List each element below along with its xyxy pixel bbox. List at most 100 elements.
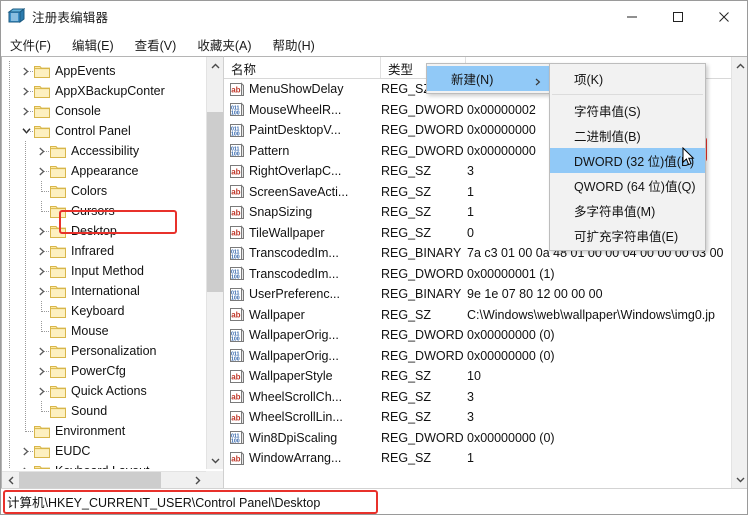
tree-scroll-right-icon[interactable] bbox=[189, 472, 206, 489]
value-row[interactable]: abWheelScrollCh...REG_SZ3 bbox=[224, 387, 732, 408]
chevron-right-icon[interactable] bbox=[34, 381, 50, 401]
tree-indent-guide bbox=[18, 381, 34, 401]
value-row[interactable]: abWindowArrang...REG_SZ1 bbox=[224, 448, 732, 469]
tree-item-appevents[interactable]: AppEvents bbox=[2, 61, 206, 81]
chevron-right-icon[interactable] bbox=[34, 341, 50, 361]
registry-tree: AppEventsAppXBackupConterConsoleControl … bbox=[2, 57, 206, 469]
tree-item-cursors[interactable]: Cursors bbox=[2, 201, 206, 221]
tree-vertical-scrollbar[interactable] bbox=[206, 57, 223, 469]
menu-file[interactable]: 文件(F) bbox=[8, 33, 60, 56]
tree-item-personalization[interactable]: Personalization bbox=[2, 341, 206, 361]
submenu-string-value[interactable]: 字符串值(S) bbox=[550, 98, 705, 123]
tree-item-sound[interactable]: Sound bbox=[2, 401, 206, 421]
string-value-icon: ab bbox=[229, 184, 245, 199]
value-row[interactable]: 011100WallpaperOrig...REG_DWORD0x0000000… bbox=[224, 325, 732, 346]
tree-scroll-left-icon[interactable] bbox=[2, 472, 19, 489]
context-menu-item-label: QWORD (64 位)值(Q) bbox=[574, 176, 696, 195]
value-data: 0x00000001 (1) bbox=[466, 267, 732, 281]
chevron-right-icon[interactable] bbox=[34, 161, 50, 181]
chevron-right-icon[interactable] bbox=[18, 101, 34, 121]
chevron-right-icon[interactable] bbox=[18, 81, 34, 101]
value-type: REG_SZ bbox=[381, 205, 466, 219]
value-row[interactable]: 011100WallpaperOrig...REG_DWORD0x0000000… bbox=[224, 346, 732, 367]
tree-hscroll-thumb[interactable] bbox=[19, 472, 161, 489]
tree-item-desktop[interactable]: Desktop bbox=[2, 221, 206, 241]
submenu-binary-value[interactable]: 二进制值(B) bbox=[550, 123, 705, 148]
values-vertical-scrollbar[interactable] bbox=[731, 57, 748, 488]
tree-item-powercfg[interactable]: PowerCfg bbox=[2, 361, 206, 381]
submenu-multi-string-value[interactable]: 多字符串值(M) bbox=[550, 198, 705, 223]
tree-indent-guide bbox=[18, 361, 34, 381]
menu-view[interactable]: 查看(V) bbox=[133, 33, 186, 56]
chevron-right-icon[interactable] bbox=[18, 441, 34, 461]
chevron-right-icon[interactable] bbox=[34, 241, 50, 261]
tree-item-eudc[interactable]: EUDC bbox=[2, 441, 206, 461]
window-controls bbox=[609, 1, 747, 32]
close-button[interactable] bbox=[701, 1, 747, 32]
submenu-key[interactable]: 项(K) bbox=[550, 66, 705, 91]
menu-favorites[interactable]: 收藏夹(A) bbox=[195, 33, 260, 56]
title-bar: 注册表编辑器 bbox=[1, 1, 747, 32]
tree-item-keyboard-layout[interactable]: Keyboard Layout bbox=[2, 461, 206, 469]
value-name: Win8DpiScaling bbox=[249, 431, 381, 445]
folder-icon bbox=[50, 364, 66, 378]
tree-indent-guide bbox=[18, 301, 34, 321]
tree-item-colors[interactable]: Colors bbox=[2, 181, 206, 201]
tree-item-keyboard[interactable]: Keyboard bbox=[2, 301, 206, 321]
tree-item-infrared[interactable]: Infrared bbox=[2, 241, 206, 261]
maximize-button[interactable] bbox=[655, 1, 701, 32]
tree-item-mouse[interactable]: Mouse bbox=[2, 321, 206, 341]
submenu-expandable-string-value[interactable]: 可扩充字符串值(E) bbox=[550, 223, 705, 248]
tree-indent-guide bbox=[2, 361, 18, 381]
tree-item-quick-actions[interactable]: Quick Actions bbox=[2, 381, 206, 401]
tree-item-international[interactable]: International bbox=[2, 281, 206, 301]
tree-indent-guide bbox=[18, 341, 34, 361]
value-row[interactable]: abWheelScrollLin...REG_SZ3 bbox=[224, 407, 732, 428]
tree-item-appxbackupconter[interactable]: AppXBackupConter bbox=[2, 81, 206, 101]
values-scroll-up-icon[interactable] bbox=[732, 57, 748, 74]
registry-path-text: 计算机\HKEY_CURRENT_USER\Control Panel\Desk… bbox=[7, 492, 320, 511]
submenu-qword-value[interactable]: QWORD (64 位)值(Q) bbox=[550, 173, 705, 198]
menu-help[interactable]: 帮助(H) bbox=[270, 33, 323, 56]
binary-value-icon: 011100 bbox=[229, 430, 245, 445]
minimize-button[interactable] bbox=[609, 1, 655, 32]
menu-edit[interactable]: 编辑(E) bbox=[70, 33, 123, 56]
chevron-right-icon[interactable] bbox=[34, 261, 50, 281]
context-menu-item-label: 项(K) bbox=[574, 69, 603, 88]
tree-item-input-method[interactable]: Input Method bbox=[2, 261, 206, 281]
svg-text:100: 100 bbox=[231, 131, 240, 137]
chevron-right-icon[interactable] bbox=[34, 221, 50, 241]
context-menu[interactable]: 新建(N) bbox=[426, 63, 550, 94]
context-menu-new[interactable]: 新建(N) bbox=[427, 66, 549, 91]
tree-indent-guide bbox=[18, 241, 34, 261]
tree-item-console[interactable]: Console bbox=[2, 101, 206, 121]
value-row[interactable]: 011100Win8DpiScalingREG_DWORD0x00000000 … bbox=[224, 428, 732, 449]
tree-item-control-panel[interactable]: Control Panel bbox=[2, 121, 206, 141]
column-header-name[interactable]: 名称 bbox=[224, 57, 381, 78]
folder-icon bbox=[34, 424, 50, 438]
chevron-down-icon[interactable] bbox=[18, 121, 34, 141]
tree-item-environment[interactable]: Environment bbox=[2, 421, 206, 441]
chevron-right-icon[interactable] bbox=[18, 461, 34, 469]
tree-item-appearance[interactable]: Appearance bbox=[2, 161, 206, 181]
tree-leaf-connector bbox=[34, 181, 50, 201]
chevron-right-icon[interactable] bbox=[34, 361, 50, 381]
tree-item-accessibility[interactable]: Accessibility bbox=[2, 141, 206, 161]
chevron-right-icon[interactable] bbox=[18, 61, 34, 81]
values-scroll-down-icon[interactable] bbox=[732, 471, 748, 488]
tree-scroll-up-icon[interactable] bbox=[207, 57, 223, 74]
value-row[interactable]: abWallpaperREG_SZC:\Windows\web\wallpape… bbox=[224, 305, 732, 326]
tree-scroll-thumb[interactable] bbox=[207, 112, 223, 292]
value-name: WindowArrang... bbox=[249, 451, 381, 465]
value-name: WallpaperOrig... bbox=[249, 328, 381, 342]
tree-horizontal-scrollbar[interactable] bbox=[2, 471, 206, 488]
chevron-right-icon[interactable] bbox=[34, 141, 50, 161]
tree-scroll-down-icon[interactable] bbox=[207, 452, 223, 469]
context-menu-item-label: 新建(N) bbox=[451, 69, 493, 88]
chevron-right-icon[interactable] bbox=[34, 281, 50, 301]
value-row[interactable]: abWallpaperStyleREG_SZ10 bbox=[224, 366, 732, 387]
value-row[interactable]: 011100UserPreferenc...REG_BINARY9e 1e 07… bbox=[224, 284, 732, 305]
tree-indent-guide bbox=[18, 201, 34, 221]
value-row[interactable]: 011100TranscodedIm...REG_DWORD0x00000001… bbox=[224, 264, 732, 285]
status-bar: 计算机\HKEY_CURRENT_USER\Control Panel\Desk… bbox=[1, 488, 748, 514]
